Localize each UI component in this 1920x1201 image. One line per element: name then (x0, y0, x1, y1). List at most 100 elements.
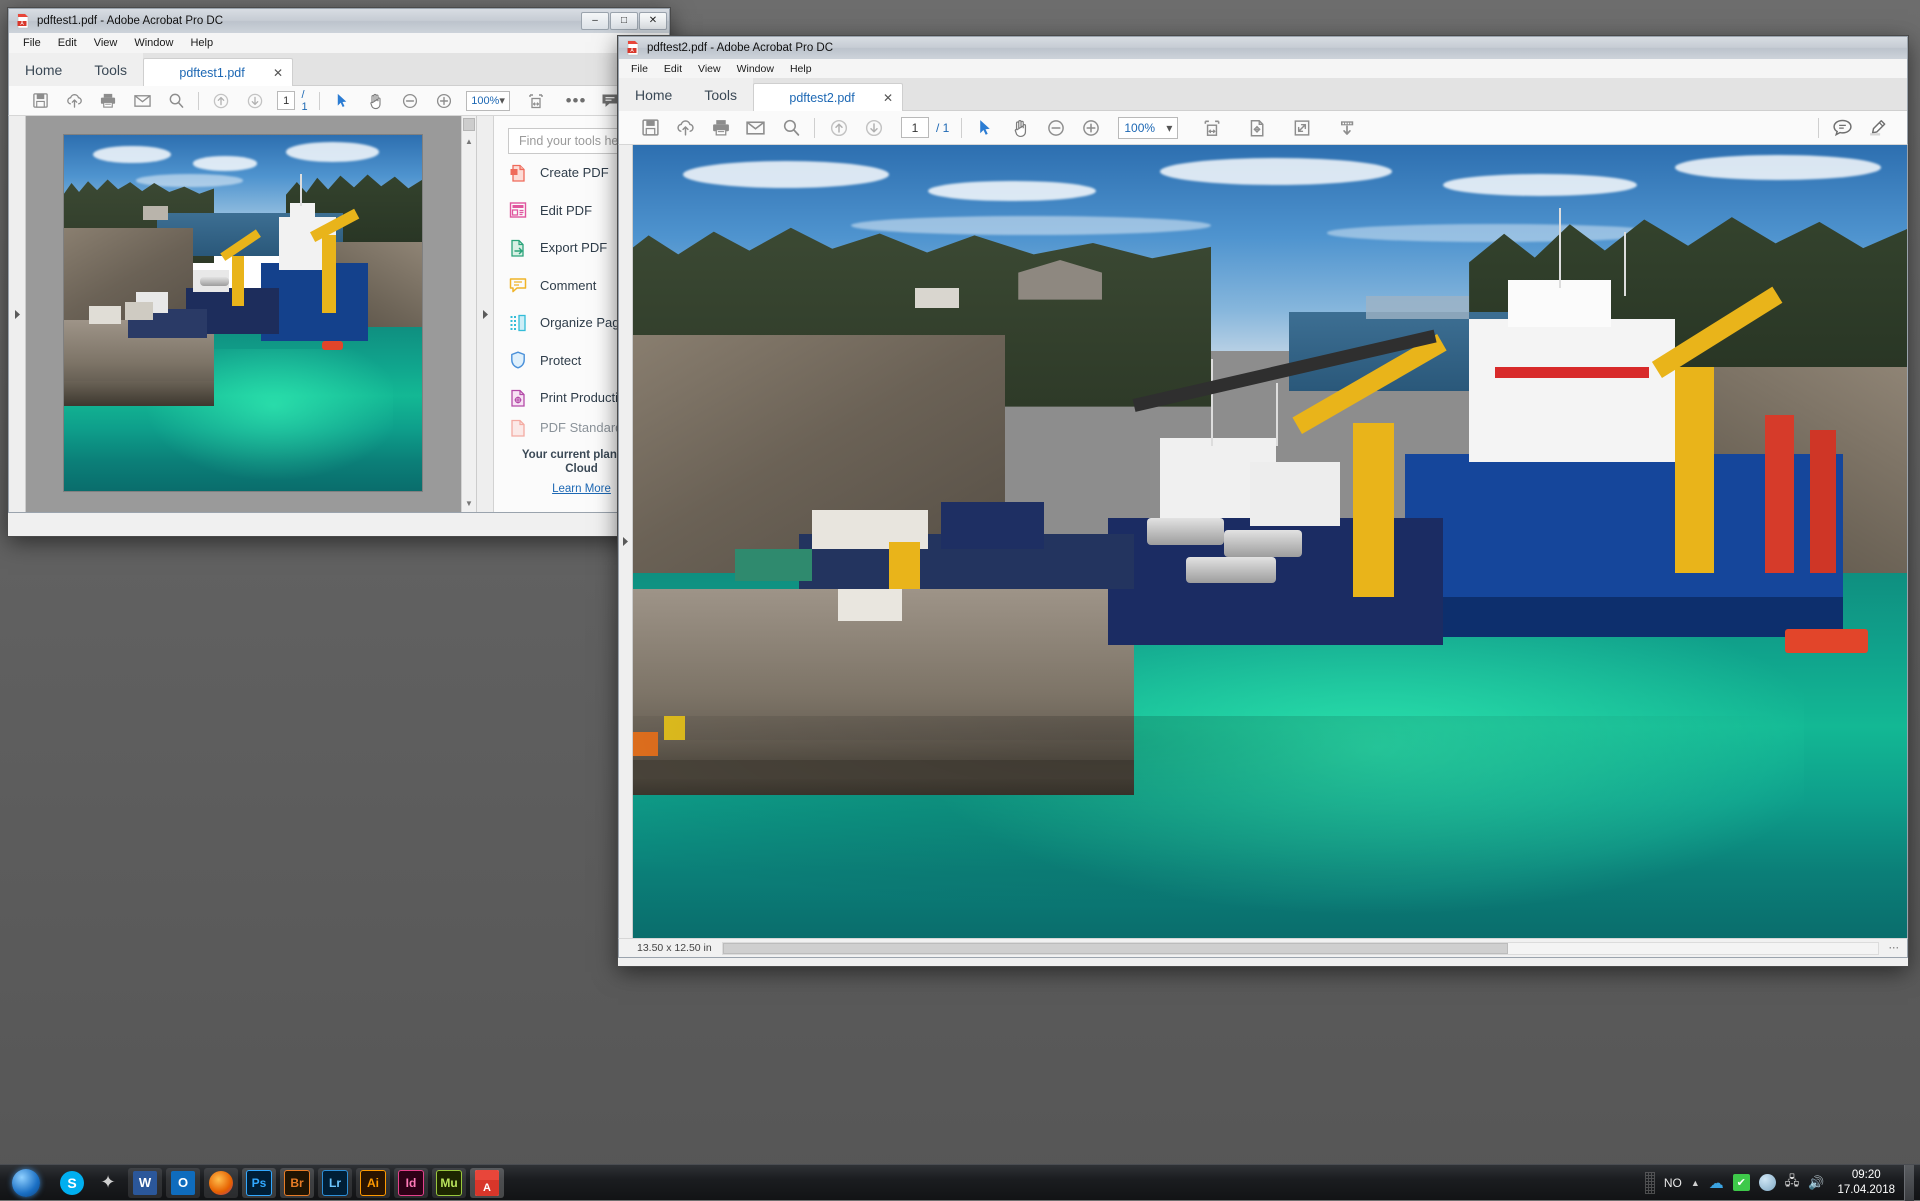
tab-document-pdftest1[interactable]: pdftest1.pdf ✕ (143, 58, 293, 86)
window1-tabstrip[interactable]: Home Tools pdftest1.pdf ✕ (8, 53, 670, 86)
print-icon[interactable] (703, 111, 738, 145)
dropbox-tray-icon[interactable]: ✔ (1733, 1174, 1750, 1191)
tab-home[interactable]: Home (619, 78, 688, 111)
zoom-out-icon[interactable] (1038, 111, 1073, 145)
zoom-out-icon[interactable] (393, 86, 427, 116)
word-icon[interactable]: W (128, 1168, 162, 1198)
search-icon[interactable] (773, 111, 808, 145)
window2-titlebar[interactable]: A pdftest2.pdf - Adobe Acrobat Pro DC (618, 36, 1908, 59)
print-icon[interactable] (91, 86, 125, 116)
skype-icon[interactable]: S (56, 1168, 88, 1198)
hand-tool-icon[interactable] (1003, 111, 1038, 145)
hand-tool-icon[interactable] (359, 86, 393, 116)
menu-file[interactable]: File (23, 37, 41, 49)
next-page-icon[interactable] (238, 86, 272, 116)
horizontal-scrollbar[interactable] (722, 942, 1879, 955)
menu-file[interactable]: File (631, 63, 648, 75)
window1-titlebar[interactable]: A pdftest1.pdf - Adobe Acrobat Pro DC – … (8, 8, 670, 33)
vertical-scrollbar[interactable]: ▲ ▼ (461, 116, 476, 512)
zoom-level-dropdown[interactable]: 100% ▾ (466, 91, 510, 111)
previous-page-icon[interactable] (821, 111, 856, 145)
onedrive-tray-icon[interactable]: ☁ (1709, 1174, 1724, 1192)
comment-icon[interactable] (1825, 111, 1860, 145)
photoshop-icon[interactable]: Ps (242, 1168, 276, 1198)
scrollbar-thumb[interactable] (463, 118, 475, 131)
system-tray[interactable]: NO ▲ ☁ ✔ 🖧 🔊 09:20 17.04.2018 (1645, 1165, 1920, 1201)
graphics-app-icon[interactable]: ✦ (92, 1168, 124, 1198)
next-page-icon[interactable] (856, 111, 891, 145)
fit-screen-icon[interactable] (1284, 111, 1319, 145)
menu-window[interactable]: Window (737, 63, 774, 75)
maximize-button[interactable]: □ (610, 12, 638, 30)
close-button[interactable]: ✕ (639, 12, 667, 30)
window1-document-viewer[interactable]: ▲ ▼ (9, 116, 493, 512)
left-panel-expander[interactable] (619, 145, 633, 938)
scroll-down-icon[interactable] (1329, 111, 1364, 145)
left-panel-expander[interactable] (9, 116, 26, 512)
highlight-icon[interactable] (1860, 111, 1895, 145)
zoom-in-icon[interactable] (427, 86, 461, 116)
email-icon[interactable] (125, 86, 159, 116)
show-desktop-button[interactable] (1904, 1165, 1914, 1201)
firefox-icon[interactable] (204, 1168, 238, 1198)
right-panel-expander[interactable] (476, 116, 493, 512)
network-tray-icon[interactable]: 🖧 (1785, 1172, 1800, 1194)
volume-tray-icon[interactable]: 🔊 (1808, 1175, 1824, 1191)
fit-width-icon[interactable] (519, 86, 553, 116)
window2-document-viewer[interactable] (618, 145, 1908, 938)
hscrollbar-thumb[interactable] (723, 943, 1508, 954)
illustrator-icon[interactable]: Ai (356, 1168, 390, 1198)
tab-home[interactable]: Home (9, 53, 78, 86)
show-hidden-icons-button[interactable]: ▲ (1691, 1178, 1700, 1188)
select-tool-icon[interactable] (325, 86, 359, 116)
page-number-input[interactable]: 1 (901, 117, 929, 138)
menu-window[interactable]: Window (134, 37, 173, 49)
window2-statusbar[interactable]: 13.50 x 12.50 in ⋯ (618, 938, 1908, 958)
zoom-in-icon[interactable] (1073, 111, 1108, 145)
window2-tabstrip[interactable]: Home Tools pdftest2.pdf ✕ (618, 78, 1908, 111)
tab-tools[interactable]: Tools (688, 78, 753, 111)
scroll-up-arrow[interactable]: ▲ (462, 134, 476, 148)
windows-taskbar[interactable]: S ✦ W O Ps Br Lr Ai (0, 1164, 1920, 1200)
muse-icon[interactable]: Mu (432, 1168, 466, 1198)
language-indicator[interactable]: NO (1664, 1176, 1682, 1190)
clock[interactable]: 09:20 17.04.2018 (1837, 1168, 1895, 1197)
page-number-input[interactable]: 1 (277, 91, 295, 110)
pan-page-icon[interactable] (1239, 111, 1274, 145)
acrobat-icon[interactable]: A (470, 1168, 504, 1198)
close-icon[interactable]: ✕ (883, 91, 893, 105)
cloud-upload-icon[interactable] (57, 86, 91, 116)
acrobat-window-pdftest1[interactable]: A pdftest1.pdf - Adobe Acrobat Pro DC – … (8, 8, 670, 536)
save-icon[interactable] (633, 111, 668, 145)
resize-grip[interactable]: ⋯ (1889, 942, 1900, 954)
outlook-icon[interactable]: O (166, 1168, 200, 1198)
tab-tools[interactable]: Tools (78, 53, 143, 86)
window2-menubar[interactable]: File Edit View Window Help (618, 59, 1908, 78)
search-icon[interactable] (159, 86, 193, 116)
start-button[interactable] (0, 1165, 52, 1201)
scroll-down-arrow[interactable]: ▼ (462, 496, 476, 510)
fit-width-icon[interactable] (1194, 111, 1229, 145)
menu-help[interactable]: Help (790, 63, 812, 75)
select-tool-icon[interactable] (968, 111, 1003, 145)
menu-help[interactable]: Help (190, 37, 213, 49)
network-globe-tray-icon[interactable] (1759, 1174, 1776, 1191)
previous-page-icon[interactable] (204, 86, 238, 116)
indesign-icon[interactable]: Id (394, 1168, 428, 1198)
email-icon[interactable] (738, 111, 773, 145)
menu-edit[interactable]: Edit (58, 37, 77, 49)
window2-toolbar[interactable]: 1 / 1 100% ▾ (618, 111, 1908, 145)
more-tools-icon[interactable]: ••• (559, 86, 593, 116)
menu-view[interactable]: View (94, 37, 118, 49)
window1-toolbar[interactable]: 1 / 1 100% ▾ •• (8, 86, 670, 116)
zoom-level-dropdown[interactable]: 100% ▾ (1118, 117, 1178, 139)
window1-menubar[interactable]: File Edit View Window Help (8, 33, 670, 53)
taskbar-app-buttons[interactable]: S ✦ W O Ps Br Lr Ai (56, 1168, 504, 1198)
save-icon[interactable] (23, 86, 57, 116)
menu-edit[interactable]: Edit (664, 63, 682, 75)
close-icon[interactable]: ✕ (273, 66, 283, 80)
window1-caption-buttons[interactable]: – □ ✕ (580, 12, 667, 30)
cloud-upload-icon[interactable] (668, 111, 703, 145)
minimize-button[interactable]: – (581, 12, 609, 30)
lightroom-icon[interactable]: Lr (318, 1168, 352, 1198)
